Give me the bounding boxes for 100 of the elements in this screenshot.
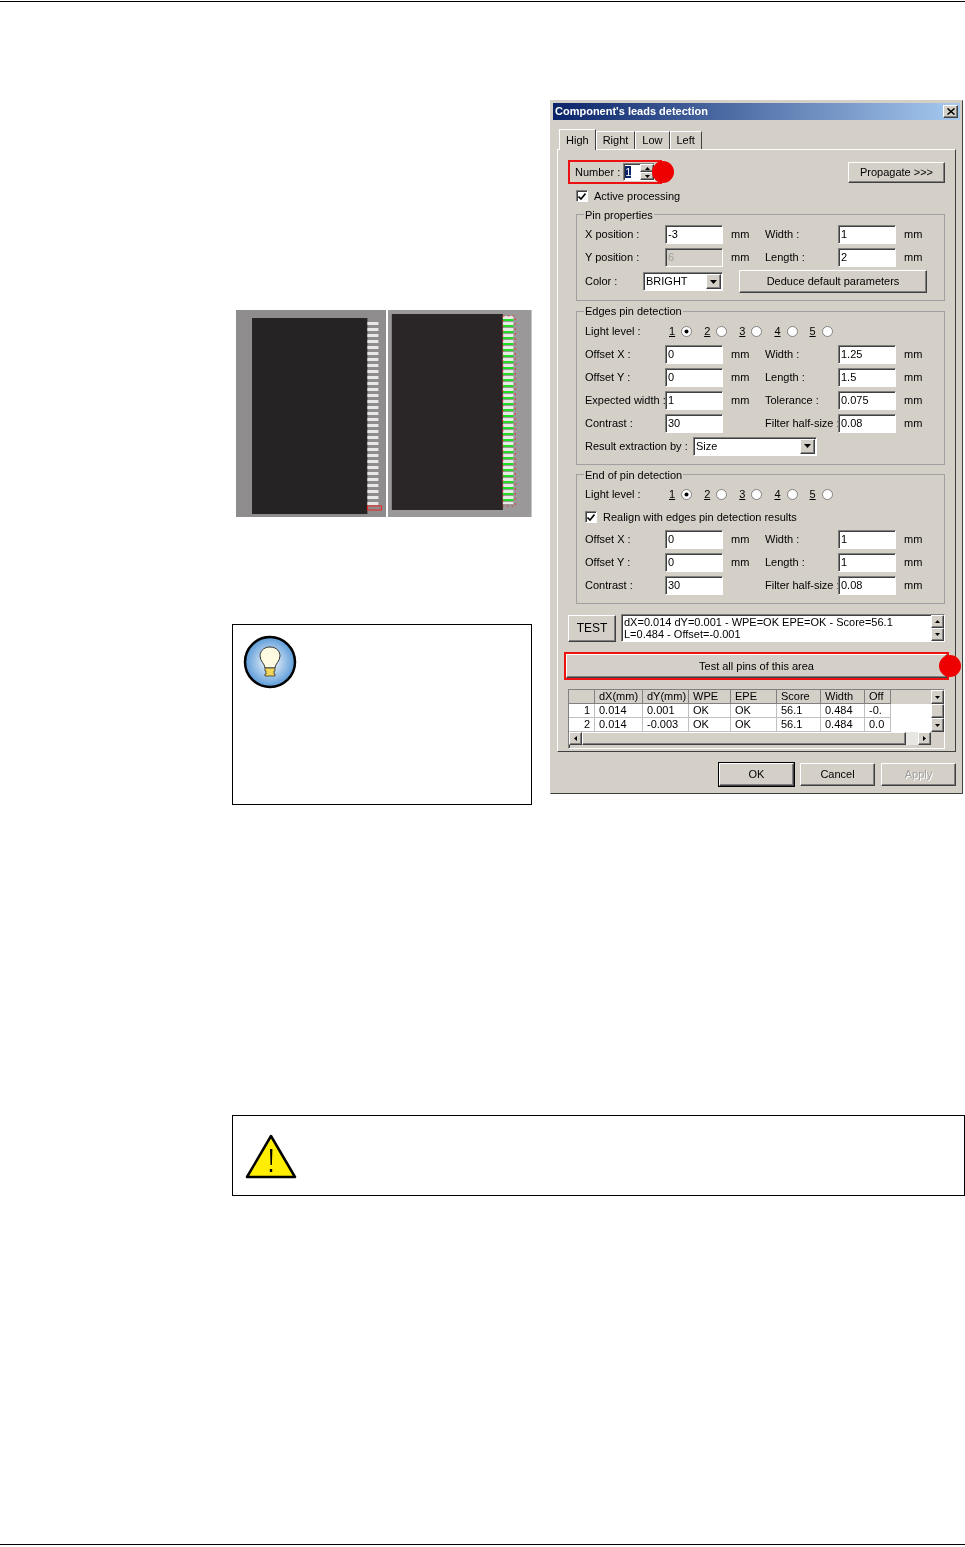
field-label: Contrast : bbox=[585, 578, 634, 594]
option-label: 3 bbox=[739, 487, 746, 503]
radio-button[interactable] bbox=[786, 325, 798, 337]
extraction-select[interactable]: Size bbox=[693, 436, 817, 456]
input-field[interactable]: -3 bbox=[665, 225, 723, 244]
input-field[interactable]: 0.08 bbox=[838, 576, 896, 595]
deduce-parameters-button[interactable]: Deduce default parameters bbox=[739, 270, 927, 293]
input-field[interactable]: 2 bbox=[838, 248, 896, 267]
result-line: dX=0.014 dY=0.001 - WPE=OK EPE=OK - Score=56.1 bbox=[624, 616, 894, 628]
unit-label: mm bbox=[730, 392, 751, 408]
unit-label: mm bbox=[903, 369, 924, 385]
tab[interactable]: High bbox=[559, 129, 596, 150]
field-label: Offset X : bbox=[585, 346, 632, 362]
field-label: Light level : bbox=[585, 487, 642, 503]
field-label: Length : bbox=[765, 555, 806, 571]
field-label: X position : bbox=[585, 227, 641, 243]
test-all-button[interactable]: Test all pins of this area bbox=[566, 654, 947, 678]
field-label: Tolerance : bbox=[765, 392, 820, 408]
propagate-button[interactable]: Propagate >>> bbox=[848, 161, 945, 183]
option-label: 5 bbox=[809, 323, 816, 339]
input-field[interactable]: 1 bbox=[838, 553, 896, 572]
unit-label: mm bbox=[903, 392, 924, 408]
input-field[interactable]: 1 bbox=[665, 390, 723, 410]
unit-label: mm bbox=[903, 555, 924, 571]
dialog-button[interactable]: Cancel bbox=[800, 763, 875, 786]
tab[interactable]: Low bbox=[635, 131, 670, 149]
radio-button[interactable] bbox=[716, 325, 728, 337]
field-label: Filter half-size : bbox=[765, 415, 838, 431]
checkbox-label: Active processing bbox=[594, 189, 681, 204]
radio-button[interactable] bbox=[821, 489, 833, 500]
group-title: Pin properties bbox=[584, 207, 654, 223]
dialog-button[interactable]: OK bbox=[719, 763, 794, 786]
input-field[interactable]: 1 bbox=[838, 530, 896, 549]
spinner-arrows-icon[interactable] bbox=[640, 164, 655, 180]
radio-button[interactable] bbox=[751, 325, 763, 337]
scroll-arrows-icon[interactable] bbox=[931, 615, 944, 641]
field-label: Expected width : bbox=[585, 392, 665, 408]
unit-label: mm bbox=[903, 532, 924, 548]
option-label: 3 bbox=[739, 323, 746, 339]
down-arrow-icon[interactable] bbox=[935, 695, 940, 699]
unit-label: mm bbox=[730, 227, 751, 243]
tab[interactable]: Left bbox=[669, 131, 702, 149]
checkbox[interactable] bbox=[585, 511, 597, 523]
table-scrollbar[interactable] bbox=[931, 690, 944, 732]
checkbox-label: Realign with edges pin detection results bbox=[603, 509, 797, 525]
down-arrow-icon[interactable] bbox=[935, 723, 940, 727]
radio-button[interactable] bbox=[786, 489, 798, 500]
number-spinner[interactable]: 1 bbox=[623, 163, 656, 181]
unit-label: mm bbox=[903, 346, 924, 362]
input-field[interactable]: 1.5 bbox=[838, 367, 896, 387]
unit-label: mm bbox=[730, 369, 751, 385]
option-label: 1 bbox=[669, 323, 676, 339]
result-line: L=0.484 - Offset=-0.001 bbox=[624, 628, 742, 640]
input-field[interactable]: 0 bbox=[665, 530, 723, 549]
unit-label: mm bbox=[730, 532, 751, 548]
option-label: 1 bbox=[669, 487, 676, 503]
input-field[interactable]: 1 bbox=[838, 225, 896, 244]
unit-label: mm bbox=[730, 555, 751, 571]
option-label: 2 bbox=[704, 487, 711, 503]
radio-button[interactable] bbox=[821, 325, 833, 337]
number-label: Number : bbox=[575, 164, 621, 180]
right-arrow-icon[interactable] bbox=[923, 736, 926, 741]
close-icon[interactable] bbox=[943, 105, 958, 118]
radio-button[interactable] bbox=[751, 489, 763, 500]
left-arrow-icon[interactable] bbox=[574, 736, 577, 741]
field-label: Offset X : bbox=[585, 532, 632, 548]
option-label: 2 bbox=[704, 323, 711, 339]
input-field[interactable]: 30 bbox=[665, 576, 723, 595]
lightbulb-icon bbox=[243, 635, 297, 689]
field-label: Width : bbox=[765, 532, 801, 548]
field-label: Color : bbox=[585, 274, 619, 290]
unit-label: mm bbox=[903, 250, 924, 266]
color-select[interactable]: BRIGHT bbox=[643, 272, 723, 291]
tab[interactable]: Right bbox=[595, 131, 636, 149]
radio-button[interactable] bbox=[716, 489, 728, 500]
option-label: 5 bbox=[809, 487, 816, 503]
input-field[interactable]: 0 bbox=[665, 344, 723, 364]
unit-label: mm bbox=[903, 415, 924, 431]
field-label: Y position : bbox=[585, 250, 641, 266]
field-label: Filter half-size : bbox=[765, 578, 838, 594]
radio-button[interactable] bbox=[681, 489, 693, 500]
input-field[interactable]: 0.075 bbox=[838, 390, 896, 410]
input-field[interactable]: 30 bbox=[665, 413, 723, 433]
group-title: End of pin detection bbox=[584, 467, 684, 483]
unit-label: mm bbox=[730, 346, 751, 362]
field-label: Width : bbox=[765, 346, 801, 362]
radio-button[interactable] bbox=[681, 325, 693, 337]
checkbox[interactable] bbox=[576, 190, 588, 203]
field-label: Length : bbox=[765, 250, 806, 266]
group-title: Edges pin detection bbox=[584, 304, 683, 319]
input-field[interactable]: 0 bbox=[665, 553, 723, 572]
input-field[interactable]: 0 bbox=[665, 367, 723, 387]
warning-icon bbox=[245, 1134, 297, 1179]
number-value: 1 bbox=[625, 165, 632, 178]
unit-label: mm bbox=[903, 578, 924, 594]
unit-label: mm bbox=[903, 227, 924, 243]
field-label: Offset Y : bbox=[585, 369, 632, 385]
input-field[interactable]: 1.25 bbox=[838, 344, 896, 364]
input-field[interactable]: 0.08 bbox=[838, 413, 896, 433]
test-button[interactable]: TEST bbox=[568, 614, 616, 642]
